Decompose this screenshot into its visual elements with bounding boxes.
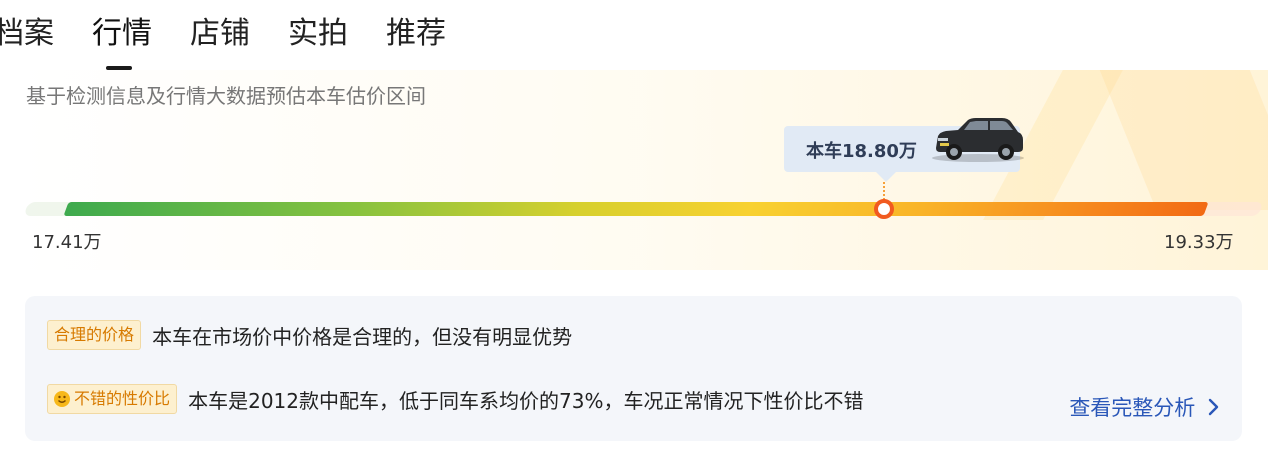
suv-car-icon <box>932 118 1024 162</box>
good-value-tag: 不错的性价比 <box>47 384 178 414</box>
this-car-price-callout: 本车18.80万 <box>784 118 1024 182</box>
tab-photos[interactable]: 实拍 <box>288 14 348 54</box>
tab-recommend[interactable]: 推荐 <box>386 14 446 54</box>
chevron-right-icon <box>1208 398 1219 416</box>
analysis-text-value: 本车是2012款中配车，低于同车系均价的73%，车况正常情况下性价比不错 <box>188 388 864 413</box>
tab-archive[interactable]: 档案 <box>0 14 54 54</box>
smile-icon <box>54 391 70 407</box>
reasonable-price-tag: 合理的价格 <box>47 320 142 350</box>
range-max-label: 19.33万 <box>1164 232 1234 253</box>
analysis-text-price: 本车在市场价中价格是合理的，但没有明显优势 <box>152 324 573 349</box>
tab-market[interactable]: 行情 <box>92 14 152 54</box>
good-value-tag-label: 不错的性价比 <box>74 389 171 408</box>
this-car-price-label: 本车18.80万 <box>806 141 917 162</box>
market-page: 档案 行情 店铺 实拍 推荐 基于检测信息及行情大数据预估本车估价区间 本车18… <box>0 0 1268 450</box>
marker-connector <box>883 182 887 200</box>
range-min-label: 17.41万 <box>32 232 102 253</box>
analysis-row-value: 不错的性价比 本车是2012款中配车，低于同车系均价的73%，车况正常情况下性价… <box>47 384 863 418</box>
view-full-analysis-label: 查看完整分析 <box>1069 396 1196 420</box>
tab-store[interactable]: 店铺 <box>190 14 250 54</box>
view-full-analysis-link[interactable]: 查看完整分析 <box>1069 392 1222 422</box>
price-estimate-panel: 基于检测信息及行情大数据预估本车估价区间 本车18.80万 17.41万 19.… <box>18 70 1268 270</box>
analysis-row-price: 合理的价格 本车在市场价中价格是合理的，但没有明显优势 <box>47 320 572 354</box>
price-range-bar <box>63 202 1209 216</box>
this-car-marker <box>874 199 894 219</box>
price-analysis-box: 合理的价格 本车在市场价中价格是合理的，但没有明显优势 不错的性价比 本车是20… <box>25 296 1242 441</box>
background-decoration <box>1099 70 1268 210</box>
estimate-subtitle: 基于检测信息及行情大数据预估本车估价区间 <box>26 84 426 108</box>
